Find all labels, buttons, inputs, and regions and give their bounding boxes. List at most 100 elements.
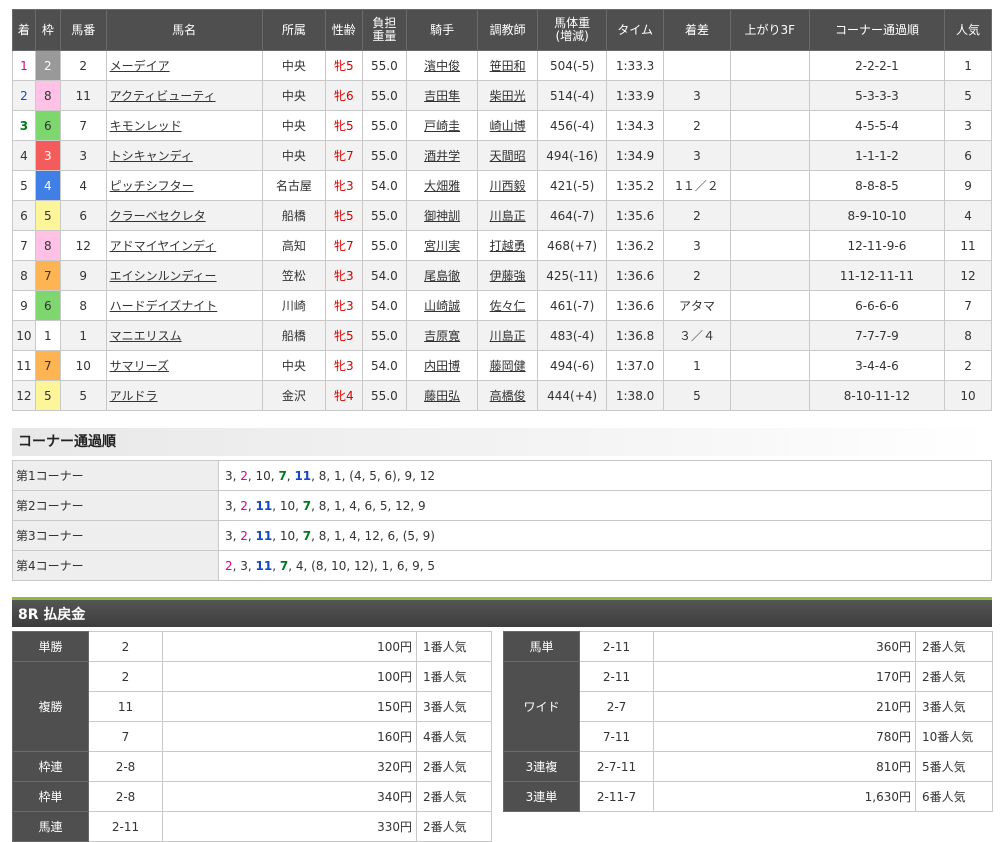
corner-text: , 10,: [272, 528, 303, 543]
trainer-link[interactable]: 崎山博: [490, 119, 526, 133]
finish-position: 2: [12, 80, 36, 111]
horse-name-link[interactable]: エイシンルンディー: [110, 269, 217, 283]
body-weight: 504(-5): [537, 50, 607, 81]
last-3f: [729, 140, 810, 171]
jockey-cell: 藤田弘: [406, 380, 478, 411]
horse-name-link[interactable]: サマリーズ: [110, 359, 169, 373]
trainer-link[interactable]: 川島正: [490, 209, 526, 223]
jockey-link[interactable]: 濱中俊: [424, 59, 460, 73]
column-header: 性齢: [325, 9, 363, 51]
trainer-link[interactable]: 佐々仁: [490, 299, 526, 313]
horse-name-cell: マニエリスム: [105, 320, 263, 351]
horse-name-link[interactable]: アドマイヤインディ: [110, 239, 217, 253]
horse-name-link[interactable]: アルドラ: [110, 389, 158, 403]
payout-amount: 810円: [653, 751, 916, 782]
payout-amount: 360円: [653, 631, 916, 662]
jockey-link[interactable]: 大畑雅: [424, 179, 460, 193]
trainer-link[interactable]: 打越勇: [490, 239, 526, 253]
result-row: 2 8 11 アクティビューティ 中央 牝6 55.0 吉田隼 柴田光 514(-4) 1:33.9…: [12, 80, 992, 111]
sex-age: 牝5: [325, 200, 363, 231]
jockey-link[interactable]: 戸崎圭: [424, 119, 460, 133]
sex-age: 牝7: [325, 140, 363, 171]
corner-order: 3, 2, 11, 10, 7, 8, 1, 4, 12, 6, (5, 9): [218, 520, 992, 551]
popularity: 4: [944, 200, 992, 231]
trainer-link[interactable]: 藤岡健: [490, 359, 526, 373]
last-3f: [729, 200, 810, 231]
result-row: 7 8 12 アドマイヤインディ 高知 牝7 55.0 宮川実 打越勇 468(+7) 1:36.2…: [12, 230, 992, 261]
finish-position: 1: [12, 50, 36, 81]
finish-position: 9: [12, 290, 36, 321]
result-row: 11 7 10 サマリーズ 中央 牝3 54.0 内田博 藤岡健 494(-6) 1:37.0 1 3-…: [12, 350, 992, 381]
horse-name-cell: ピッチシフター: [105, 170, 263, 201]
payout-row: 枠連 2-8 320円 2番人気: [12, 751, 492, 782]
popularity: 10: [944, 380, 992, 411]
winning-combination: 2-8: [88, 751, 163, 782]
highlighted-horse: 2: [240, 468, 248, 483]
finish-time: 1:38.0: [605, 380, 665, 411]
result-row: 3 6 7 キモンレッド 中央 牝5 55.0 戸崎圭 崎山博 456(-4) 1:34.3 2 4-5…: [12, 110, 992, 141]
payout-amount: 340円: [162, 781, 417, 812]
bet-type: 3連複: [503, 751, 580, 782]
trainer-cell: 川西毅: [476, 170, 539, 201]
highlighted-horse: 11: [255, 528, 273, 543]
sex-age: 牝7: [325, 230, 363, 261]
corner-positions: 5-3-3-3: [808, 80, 946, 111]
horse-name-cell: トシキャンディ: [105, 140, 263, 171]
jockey-link[interactable]: 宮川実: [424, 239, 460, 253]
body-weight: 494(-6): [537, 350, 607, 381]
horse-number: 8: [59, 290, 107, 321]
horse-name-link[interactable]: メーデイア: [110, 59, 170, 73]
jockey-link[interactable]: 吉田隼: [424, 89, 460, 103]
carried-weight: 55.0: [361, 320, 408, 351]
margin: 1１／２: [663, 170, 731, 201]
trainer-link[interactable]: 柴田光: [490, 89, 526, 103]
horse-name-link[interactable]: キモンレッド: [110, 119, 182, 133]
finish-time: 1:33.3: [605, 50, 665, 81]
trainer-link[interactable]: 高橋俊: [490, 389, 526, 403]
affiliation: 中央: [261, 50, 327, 81]
carried-weight: 55.0: [361, 80, 408, 111]
jockey-link[interactable]: 内田博: [424, 359, 460, 373]
bet-type: 馬単: [503, 631, 580, 662]
jockey-link[interactable]: 吉原寛: [424, 329, 460, 343]
jockey-link[interactable]: 御神訓: [424, 209, 460, 223]
horse-name-link[interactable]: アクティビューティ: [110, 89, 216, 103]
horse-number: 3: [59, 140, 107, 171]
horse-name-link[interactable]: クラーベセクレタ: [110, 209, 206, 223]
corner-label: 第3コーナー: [12, 520, 219, 551]
race-results-table: 着枠馬番 馬名 所属 性齢 負担 重量 騎手 調教師 馬体重 (増減) タイム 着差 上がり3F コーナー…: [12, 9, 992, 411]
jockey-link[interactable]: 山崎誠: [424, 299, 460, 313]
horse-name-cell: メーデイア: [105, 50, 263, 81]
popularity: 9: [944, 170, 992, 201]
corner-text: , 8, 1, 4, 6, 5, 12, 9: [311, 498, 426, 513]
trainer-link[interactable]: 伊藤強: [490, 269, 526, 283]
horse-name-link[interactable]: トシキャンディ: [110, 149, 193, 163]
last-3f: [729, 230, 810, 261]
jockey-link[interactable]: 酒井学: [424, 149, 460, 163]
column-header: 馬名: [105, 9, 263, 51]
sex-age: 牝6: [325, 80, 363, 111]
horse-name-link[interactable]: ハードデイズナイト: [110, 299, 218, 313]
horse-number: 9: [59, 260, 107, 291]
last-3f: [729, 290, 810, 321]
horse-name-link[interactable]: マニエリスム: [110, 329, 182, 343]
jockey-link[interactable]: 藤田弘: [424, 389, 460, 403]
trainer-link[interactable]: 笹田和: [490, 59, 526, 73]
finish-position: 8: [12, 260, 36, 291]
corner-order-table: 第1コーナー 3, 2, 10, 7, 11, 8, 1, (4, 5, 6), …: [12, 460, 992, 581]
results-body: 1 2 2 メーデイア 中央 牝5 55.0 濱中俊 笹田和 504(-5) 1:33.3 2-2-2…: [12, 50, 992, 411]
finish-position: 10: [12, 320, 36, 351]
result-row: 9 6 8 ハードデイズナイト 川崎 牝3 54.0 山崎誠 佐々仁 461(-7) 1:36.6 ア…: [12, 290, 992, 321]
trainer-link[interactable]: 川島正: [490, 329, 526, 343]
bracket-number: 8: [34, 80, 61, 111]
trainer-link[interactable]: 川西毅: [490, 179, 526, 193]
jockey-cell: 濱中俊: [406, 50, 478, 81]
carried-weight: 54.0: [361, 260, 408, 291]
payout-title: 8R 払戻金: [12, 597, 992, 627]
margin: 2: [663, 200, 731, 231]
corner-text: ,: [247, 498, 256, 513]
trainer-link[interactable]: 天間昭: [490, 149, 526, 163]
trainer-cell: 崎山博: [476, 110, 539, 141]
horse-name-link[interactable]: ピッチシフター: [110, 179, 194, 193]
jockey-link[interactable]: 尾島徹: [424, 269, 460, 283]
